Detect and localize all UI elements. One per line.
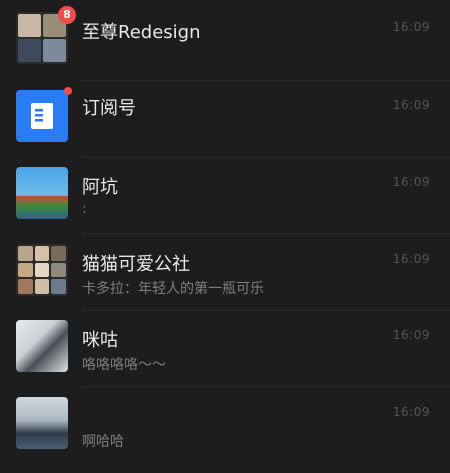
avatar-tile [18,279,33,294]
chat-time: 16:09 [392,328,430,342]
chat-row-cat-club[interactable]: 猫猫可爱公社 卡多拉：年轻人的第一瓶可乐 16:09 [0,244,450,320]
divider [82,157,450,158]
chat-time: 16:09 [392,98,430,112]
document-icon [31,103,53,129]
group-avatar [16,244,68,296]
avatar [16,397,68,449]
avatar-tile [34,262,50,278]
avatar-tile [18,262,33,278]
chat-time: 16:09 [392,252,430,266]
chat-name: 咪咕 [82,330,118,351]
chat-time: 16:09 [392,20,430,34]
chat-preview: 咯咯咯咯～～ [82,357,166,373]
chat-name: 阿坑 [82,177,118,198]
subscription-avatar [16,90,68,142]
chat-preview: 啊哈哈 [82,434,124,450]
avatar-tile [18,246,33,261]
avatar-tile [51,262,66,278]
chat-preview: 卡多拉：年轻人的第一瓶可乐 [82,281,264,297]
chat-time: 16:09 [392,175,430,189]
avatar [16,320,68,372]
chat-name: 订阅号 [82,98,136,119]
chat-name: 至尊Redesign [82,22,201,43]
chat-row-akeng[interactable]: 阿坑 : 16:09 [0,167,450,243]
chat-time: 16:09 [392,405,430,419]
avatar [16,167,68,219]
chat-row-subscriptions[interactable]: 订阅号 16:09 [0,87,450,166]
avatar-tile [43,39,66,62]
avatar-tile [18,39,41,62]
avatar-tile [51,279,66,294]
divider [82,310,450,311]
chat-row-migu[interactable]: 咪咕 咯咯咯咯～～ 16:09 [0,320,450,396]
avatar-tile [34,246,50,261]
chat-row-zhizun-redesign[interactable]: 8 至尊Redesign 16:09 [0,6,450,88]
avatar-tile [18,14,41,37]
chat-preview: : [82,201,87,217]
unread-dot [64,87,72,95]
chat-name: 猫猫可爱公社 [82,254,190,275]
avatar-tile [34,279,50,294]
divider [82,80,450,81]
avatar-tile [51,246,66,261]
unread-badge: 8 [58,6,76,24]
chat-row[interactable]: 啊哈哈 16:09 [0,397,450,473]
divider [82,233,450,234]
divider [82,386,450,387]
chat-list: 8 至尊Redesign 16:09 订阅号 16:09 阿坑 : 16:09 [0,0,450,459]
